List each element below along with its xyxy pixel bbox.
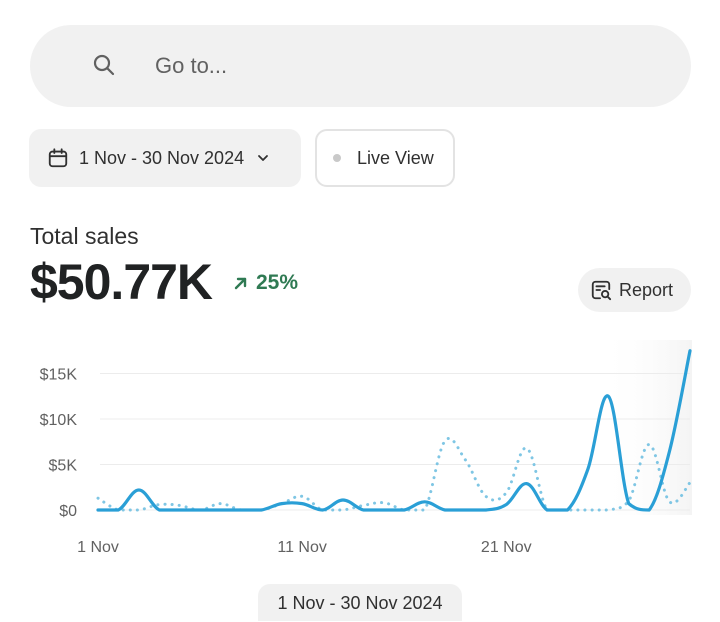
report-label: Report [619,279,674,300]
change-indicator: 25% [232,271,298,295]
y-tick-label: $0 [59,503,77,520]
live-view-label: Live View [357,147,434,168]
y-tick-label: $15K [40,367,78,384]
arrow-up-right-icon [234,277,247,290]
footer-date-range: 1 Nov - 30 Nov 2024 [258,584,462,621]
y-tick-label: $5K [49,458,78,475]
sales-chart: $0 $5K $10K $15K 1 Nov 11 Nov 21 Nov [40,340,692,556]
chart-fade [600,340,692,515]
x-tick-label: 21 Nov [481,539,532,556]
date-range-label: 1 Nov - 30 Nov 2024 [79,147,245,168]
change-percent: 25% [256,271,299,294]
calendar-icon [48,148,68,168]
report-button[interactable]: Report [578,268,691,312]
metric-label: Total sales [30,223,139,249]
chevron-down-icon [258,155,268,161]
search-bar[interactable]: Go to... [30,25,691,107]
x-tick-label: 11 Nov [277,539,327,556]
x-tick-label: 1 Nov [77,539,119,556]
y-tick-label: $10K [40,412,78,429]
search-input[interactable]: Go to... [155,25,227,107]
metric-value: $50.77K [30,254,213,310]
live-view-button[interactable]: Live View [315,129,455,187]
date-range-picker[interactable]: 1 Nov - 30 Nov 2024 [29,129,301,187]
report-search-icon [591,280,612,301]
live-status-dot [333,154,341,162]
search-icon [93,54,115,76]
